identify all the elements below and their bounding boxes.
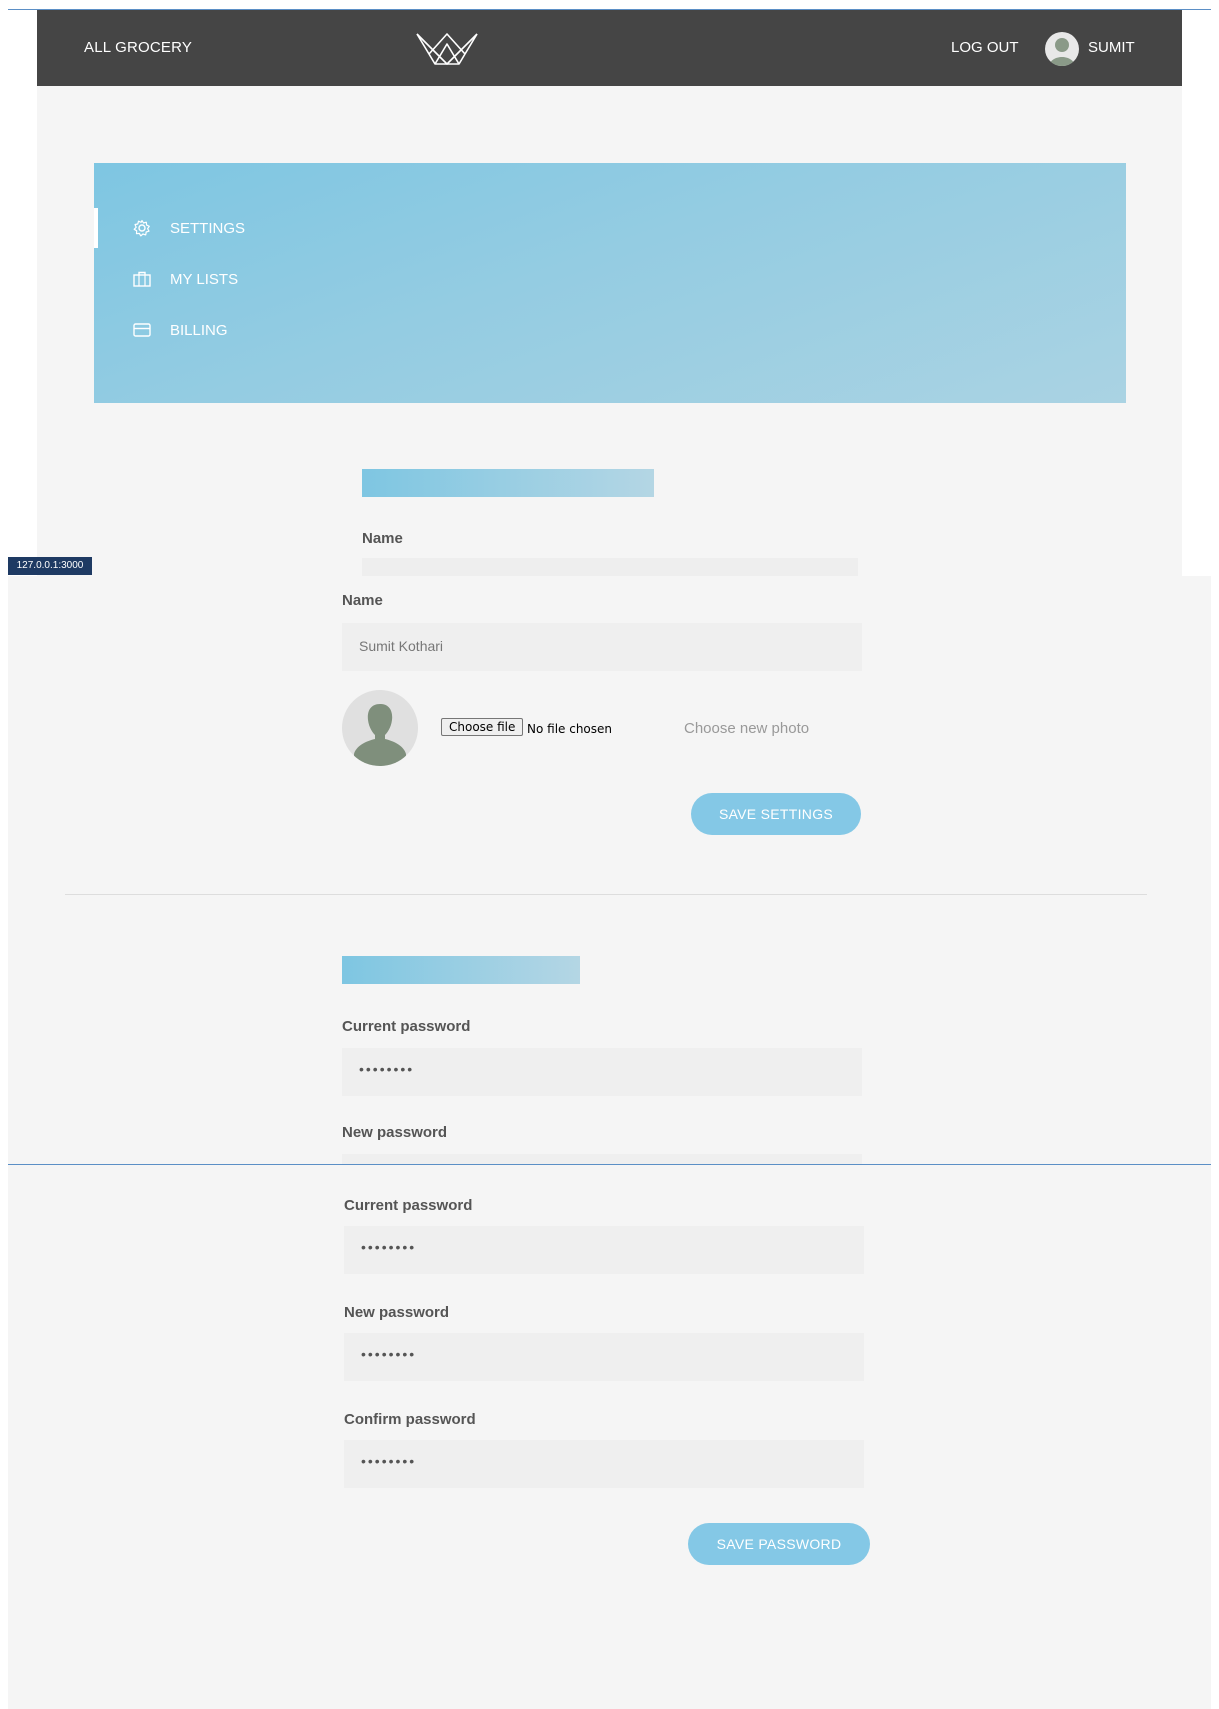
new-password-field[interactable]: •••••••• bbox=[344, 1333, 864, 1381]
current-password-value: •••••••• bbox=[359, 1061, 415, 1077]
password-heading-bar bbox=[342, 956, 580, 984]
sidebar-item-label: SETTINGS bbox=[170, 220, 246, 237]
new-password-label: New password bbox=[342, 1124, 448, 1141]
sidebar-item-settings[interactable]: SETTINGS bbox=[94, 208, 354, 248]
crown-logo-icon[interactable] bbox=[415, 30, 479, 73]
new-password-field-partial[interactable] bbox=[342, 1154, 862, 1164]
gear-icon bbox=[132, 219, 152, 237]
save-settings-button[interactable]: SAVE SETTINGS bbox=[691, 793, 861, 835]
choose-file-button[interactable]: Choose file bbox=[441, 718, 524, 736]
section-heading-bar bbox=[362, 469, 654, 497]
name-label: Name bbox=[362, 530, 403, 547]
name-label: Name bbox=[342, 592, 383, 609]
briefcase-icon bbox=[132, 270, 152, 288]
sidebar-item-billing[interactable]: BILLING bbox=[94, 310, 354, 350]
sidebar-item-my-lists[interactable]: MY LISTS bbox=[94, 259, 354, 299]
profile-photo bbox=[342, 690, 418, 766]
name-field-value: Sumit Kothari bbox=[359, 638, 444, 654]
sidebar-item-label: BILLING bbox=[170, 322, 228, 339]
settings-page-bottom: Current password •••••••• New password •… bbox=[8, 1165, 1211, 1709]
new-password-value: •••••••• bbox=[361, 1346, 417, 1362]
choose-photo-hint: Choose new photo bbox=[684, 720, 810, 737]
file-status-text: No file chosen bbox=[527, 722, 613, 736]
save-password-button[interactable]: SAVE PASSWORD bbox=[688, 1523, 870, 1565]
current-password-field[interactable]: •••••••• bbox=[344, 1226, 864, 1274]
settings-hero-banner: SETTINGS MY LISTS BILLING bbox=[94, 163, 1126, 403]
confirm-password-label: Confirm password bbox=[344, 1411, 476, 1428]
username-link[interactable]: SUMIT bbox=[1088, 39, 1135, 56]
confirm-password-field[interactable]: •••••••• bbox=[344, 1440, 864, 1488]
status-url-tooltip: 127.0.0.1:3000 bbox=[8, 557, 92, 575]
sidebar-item-label: MY LISTS bbox=[170, 271, 239, 288]
settings-page-top: ALL GROCERY LOG OUT SUMIT SETTINGS MY LI… bbox=[37, 10, 1182, 576]
current-password-label: Current password bbox=[342, 1018, 471, 1035]
logout-link[interactable]: LOG OUT bbox=[951, 39, 1019, 56]
current-password-label: Current password bbox=[344, 1197, 473, 1214]
settings-page-middle: Name Sumit Kothari Choose file No file c… bbox=[8, 576, 1211, 1164]
section-divider bbox=[65, 894, 1147, 895]
current-password-value: •••••••• bbox=[361, 1239, 417, 1255]
new-password-label: New password bbox=[344, 1304, 450, 1321]
name-field-partial[interactable] bbox=[362, 558, 858, 576]
name-field[interactable]: Sumit Kothari bbox=[342, 623, 862, 671]
credit-card-icon bbox=[132, 321, 152, 339]
brand-link[interactable]: ALL GROCERY bbox=[84, 39, 192, 56]
confirm-password-value: •••••••• bbox=[361, 1453, 417, 1469]
top-navbar: ALL GROCERY LOG OUT SUMIT bbox=[37, 10, 1182, 86]
current-password-field[interactable]: •••••••• bbox=[342, 1048, 862, 1096]
user-avatar[interactable] bbox=[1045, 32, 1079, 66]
